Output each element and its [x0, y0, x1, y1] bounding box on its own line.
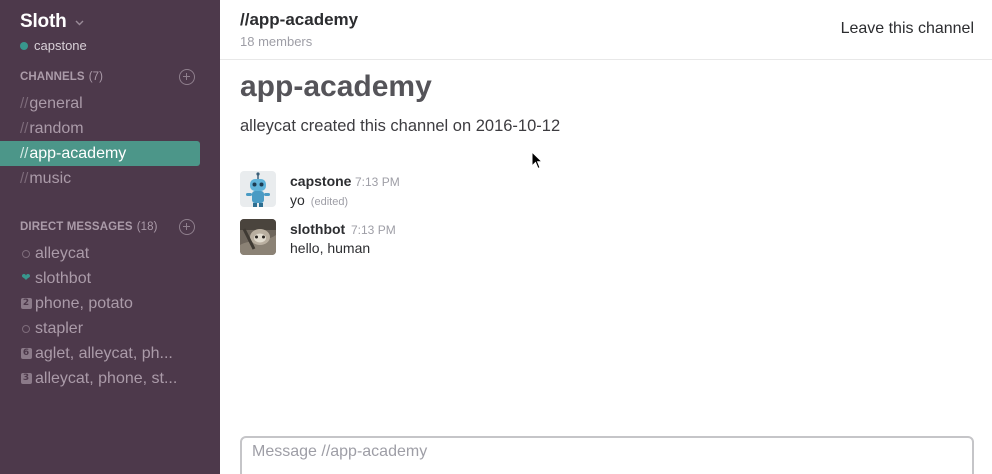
channel-title: //app-academy — [240, 10, 359, 29]
message-edited-label: (edited) — [310, 196, 349, 208]
presence-away-icon — [20, 324, 32, 333]
channel-name: music — [29, 169, 72, 187]
channel-prefix: // — [20, 170, 29, 187]
channel-item-general[interactable]: // general — [0, 91, 200, 116]
channel-item-music[interactable]: // music — [0, 166, 200, 191]
message-composer — [240, 436, 974, 474]
team-name: Sloth — [20, 11, 67, 32]
mouse-cursor-icon — [531, 151, 543, 170]
dm-name: alleycat, phone, st... — [35, 369, 178, 387]
team-menu[interactable]: Sloth capstone — [20, 11, 210, 57]
direct-messages-header[interactable]: DIRECT MESSAGES (18) — [20, 218, 200, 236]
channel-prefix: // — [20, 95, 29, 112]
leave-channel-button[interactable]: Leave this channel — [841, 20, 974, 38]
channel-header: //app-academy 18 members Leave this chan… — [220, 0, 992, 60]
group-count-icon: 6 — [20, 348, 32, 359]
direct-messages-label: DIRECT MESSAGES — [20, 221, 133, 233]
dm-item-slothbot[interactable]: ❤ slothbot — [0, 266, 200, 291]
add-direct-message-icon[interactable] — [179, 219, 195, 235]
dm-item-alleycat-group[interactable]: 3 alleycat, phone, st... — [0, 366, 200, 391]
direct-messages-count: (18) — [136, 221, 158, 233]
dm-item-alleycat[interactable]: alleycat — [0, 241, 200, 266]
message-author[interactable]: capstone — [290, 173, 351, 189]
group-count-icon: 3 — [20, 373, 32, 384]
message-body: yo (edited) — [290, 192, 348, 208]
channel-item-random[interactable]: // random — [0, 116, 200, 141]
chevron-down-icon — [75, 20, 84, 25]
message-timestamp[interactable]: 7:13 PM — [355, 175, 400, 189]
message-input[interactable] — [242, 438, 972, 474]
channels-count: (7) — [88, 71, 104, 83]
current-user: capstone — [20, 38, 87, 53]
channels-label: CHANNELS — [20, 71, 85, 83]
channel-name: random — [29, 119, 84, 137]
dm-item-phone-potato[interactable]: 2 phone, potato — [0, 291, 200, 316]
dm-item-aglet-group[interactable]: 6 aglet, alleycat, ph... — [0, 341, 200, 366]
channel-name: app-academy — [29, 144, 127, 162]
dm-name: stapler — [35, 319, 84, 337]
heart-icon: ❤ — [21, 272, 31, 284]
message-item: slothbot 7:13 PM hello, human — [240, 219, 940, 259]
robot-avatar-icon[interactable] — [240, 171, 276, 207]
message-text: hello, human — [290, 240, 371, 256]
channel-prefix: // — [20, 145, 29, 162]
sloth-avatar-icon[interactable] — [240, 219, 276, 255]
sidebar: Sloth capstone CHANNELS (7) // general /… — [0, 0, 220, 474]
current-user-name: capstone — [34, 38, 87, 53]
channel-name: general — [29, 94, 83, 112]
message-item: capstone 7:13 PM yo (edited) — [240, 171, 940, 211]
dm-name: alleycat — [35, 244, 90, 262]
online-status-icon — [20, 41, 28, 50]
dm-name: phone, potato — [35, 294, 133, 312]
dm-item-stapler[interactable]: stapler — [0, 316, 200, 341]
dm-name: aglet, alleycat, ph... — [35, 344, 173, 362]
message-author[interactable]: slothbot — [290, 221, 345, 237]
channel-intro-title: app-academy — [240, 70, 432, 103]
message-body: hello, human — [290, 240, 370, 256]
channel-item-app-academy[interactable]: // app-academy — [0, 141, 200, 166]
channels-header[interactable]: CHANNELS (7) — [20, 68, 200, 86]
message-timestamp[interactable]: 7:13 PM — [351, 223, 396, 237]
member-count[interactable]: 18 members — [240, 34, 312, 49]
add-channel-icon[interactable] — [179, 69, 195, 85]
channel-created-text: alleycat created this channel on 2016-10… — [240, 117, 561, 135]
presence-away-icon — [20, 249, 32, 258]
group-count-icon: 2 — [20, 298, 32, 309]
message-text: yo — [290, 192, 305, 208]
dm-name: slothbot — [35, 269, 92, 287]
channel-prefix: // — [20, 120, 29, 137]
